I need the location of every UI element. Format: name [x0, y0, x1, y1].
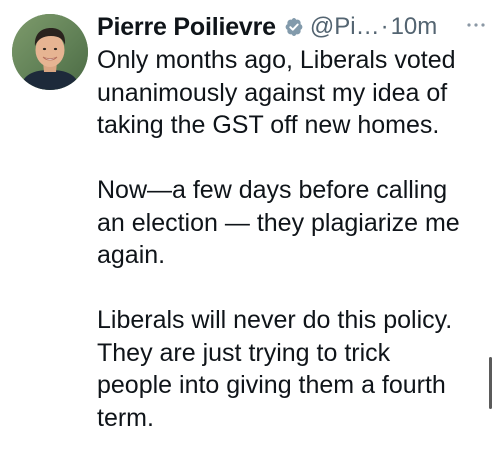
scrollbar-thumb[interactable]: [489, 357, 492, 409]
tweet-paragraph: Only months ago, Liberals voted unanimou…: [97, 44, 492, 142]
more-horizontal-icon[interactable]: [464, 10, 488, 40]
profile-photo: [12, 14, 88, 90]
avatar[interactable]: [12, 14, 88, 90]
text-line: Liberals will never do this policy.: [97, 306, 453, 334]
text-line: term.: [97, 403, 154, 432]
separator-dot: ·: [380, 13, 389, 40]
tweet[interactable]: Pierre Poilievre @Pi… · 10m Only months …: [0, 0, 500, 449]
text-line: They are just trying to trick: [97, 338, 391, 367]
text-line: Now—a few days before calling: [97, 176, 448, 204]
tweet-header: Pierre Poilievre @Pi… · 10m: [97, 10, 488, 44]
tweet-timestamp[interactable]: 10m: [391, 13, 438, 41]
text-line: unanimously against my idea of: [97, 78, 448, 107]
text-line: people into giving them a fourth: [97, 371, 446, 399]
text-line: taking the GST off new homes.: [97, 111, 440, 139]
author-display-name[interactable]: Pierre Poilievre: [97, 13, 276, 42]
tweet-paragraph: Liberals will never do this policy. They…: [97, 304, 492, 434]
author-handle[interactable]: @Pi…: [310, 13, 380, 41]
verified-badge-icon: [282, 15, 306, 39]
tweet-paragraph: Now—a few days before calling an electio…: [97, 174, 492, 272]
tweet-text: Only months ago, Liberals voted unanimou…: [97, 44, 492, 434]
text-line: again.: [97, 241, 166, 269]
text-line: an election — they plagiarize me: [97, 208, 460, 237]
text-line: Only months ago, Liberals voted: [97, 46, 456, 74]
